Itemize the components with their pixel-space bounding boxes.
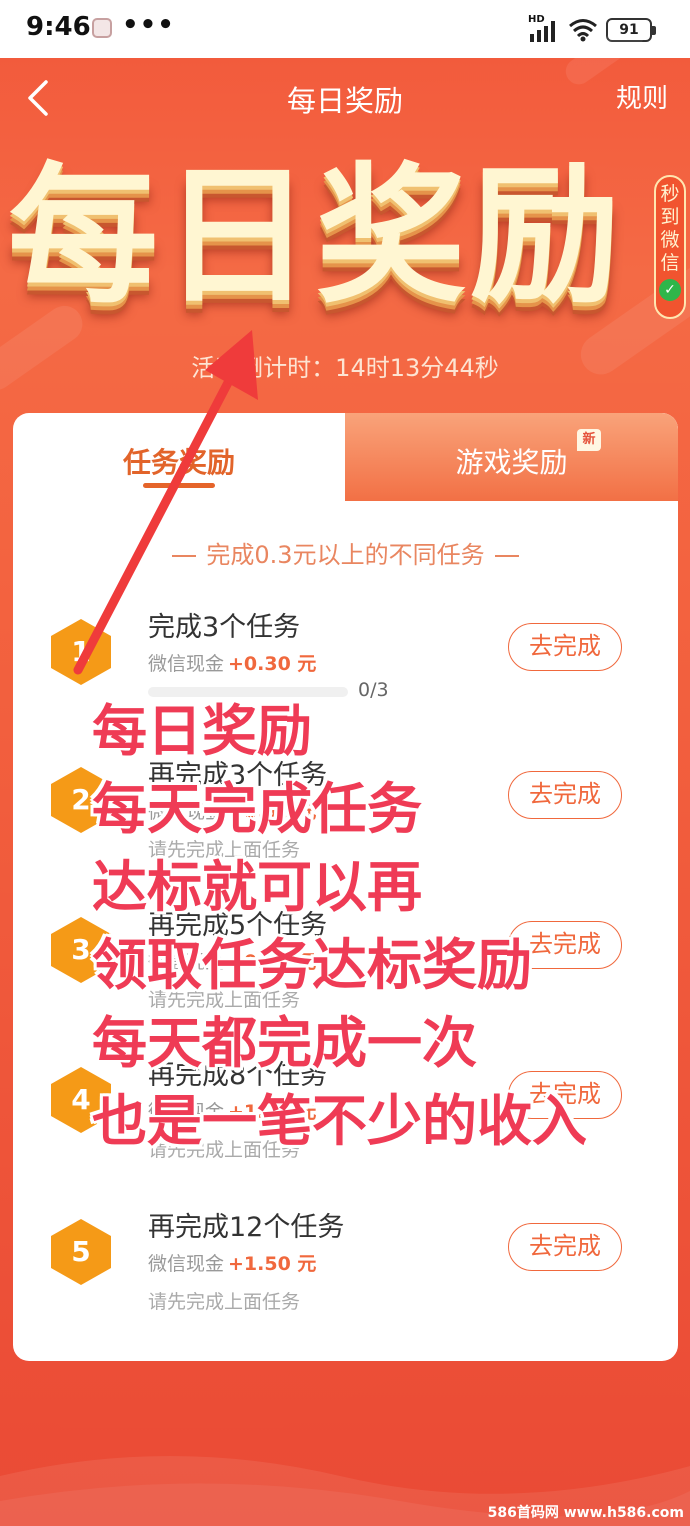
annotation-line: 每日奖励	[92, 699, 313, 763]
reward-value: +0.30 元	[228, 653, 317, 675]
annotation-line: 达标就可以再	[92, 855, 423, 919]
annotation-line: 每天完成任务	[92, 777, 423, 841]
task-hint: 请先完成上面任务	[148, 1291, 301, 1313]
reward-label: 微信现金	[148, 653, 225, 675]
app-notification-icon	[92, 18, 112, 38]
banner-title: 每日奖励	[8, 150, 625, 324]
section-subtitle-text: 完成0.3元以上的不同任务	[206, 541, 485, 569]
status-time: 9:46	[26, 12, 91, 42]
instant-wechat-tag-text: 秒到微信	[660, 183, 680, 274]
tab-game-label: 游戏奖励	[455, 446, 568, 479]
reward-value: +1.50 元	[228, 1253, 317, 1275]
page-header: 每日奖励 规则	[0, 58, 690, 138]
countdown-text: 活动倒计时：14时13分44秒	[191, 354, 499, 382]
task-number: 1	[71, 635, 91, 668]
annotation-text: 每日奖励 每天完成任务 达标就可以再 领取任务达标奖励 每天都完成一次 也是一笔…	[92, 692, 652, 1160]
tab-game-rewards[interactable]: 游戏奖励 新	[345, 413, 678, 501]
tab-active-indicator	[143, 483, 215, 488]
task-title: 完成3个任务	[148, 612, 301, 643]
check-icon: ✓	[659, 279, 681, 301]
rules-link[interactable]: 规则	[616, 78, 668, 115]
tab-task-rewards[interactable]: 任务奖励	[13, 413, 345, 501]
more-notifications-icon: •••	[122, 10, 175, 40]
annotation-line: 也是一笔不少的收入	[92, 1089, 588, 1153]
task-number: 5	[71, 1235, 91, 1268]
reward-label: 微信现金	[148, 1253, 225, 1275]
watermark: 586首码网 www.h586.com	[487, 1505, 684, 1521]
new-badge: 新	[577, 429, 601, 451]
divider-line	[494, 555, 519, 557]
task-row: 5 再完成12个任务 微信现金 +1.50 元 请先完成上面任务 去完成	[13, 1205, 678, 1355]
annotation-line: 每天都完成一次	[92, 1011, 478, 1075]
signal-icon	[530, 21, 555, 42]
section-subtitle: 完成0.3元以上的不同任务	[13, 535, 678, 570]
task-reward: 微信现金 +1.50 元	[148, 1249, 316, 1276]
page-title: 每日奖励	[286, 84, 403, 118]
annotation-line: 领取任务达标奖励	[92, 933, 533, 997]
go-complete-button[interactable]: 去完成	[508, 623, 622, 671]
wifi-icon	[569, 19, 597, 42]
task-title: 再完成12个任务	[148, 1212, 345, 1243]
instant-wechat-tag: 秒到微信 ✓	[654, 175, 686, 319]
tab-task-label: 任务奖励	[122, 446, 235, 479]
divider-line	[172, 555, 197, 557]
task-reward: 微信现金 +0.30 元	[148, 649, 316, 676]
go-complete-button[interactable]: 去完成	[508, 1223, 622, 1271]
